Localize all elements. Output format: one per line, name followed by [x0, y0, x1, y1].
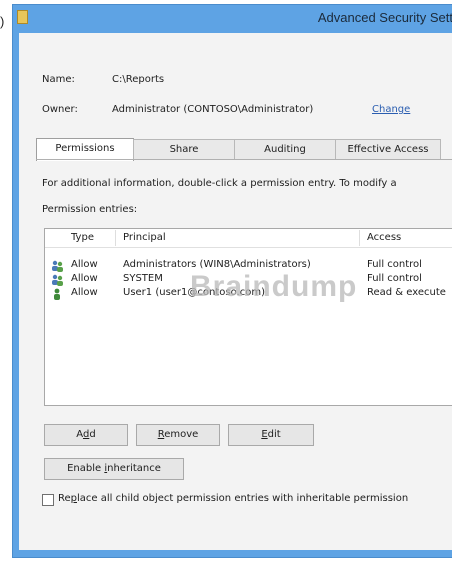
enable-inheritance-button[interactable]: Enable inheritance: [44, 458, 184, 480]
tab-effective-access[interactable]: Effective Access: [335, 139, 441, 160]
window-title: Advanced Security Sett: [317, 10, 452, 25]
replace-permissions-label[interactable]: Replace all child object permission entr…: [58, 493, 408, 504]
add-button[interactable]: Add: [44, 424, 128, 446]
remove-label-end: emove: [164, 429, 199, 440]
entry-access: Full control: [367, 259, 422, 270]
folder-icon: [17, 10, 28, 24]
name-value: C:\Reports: [112, 74, 165, 85]
owner-label: Owner:: [42, 104, 78, 115]
column-header-principal[interactable]: Principal: [123, 232, 166, 243]
permission-entries-list[interactable]: Type Principal Access Allow Administrato…: [44, 228, 452, 406]
frame-label: ): [0, 14, 5, 29]
entry-type: Allow: [71, 287, 98, 298]
owner-value: Administrator (CONTOSO\Administrator): [112, 104, 314, 115]
group-users-icon: [52, 274, 63, 286]
add-label-start: A: [76, 429, 83, 440]
permission-entries-label: Permission entries:: [42, 204, 138, 215]
list-header: Type Principal Access: [45, 229, 452, 248]
tab-strip-divider: [36, 159, 452, 160]
column-divider[interactable]: [115, 230, 116, 246]
tab-share-label: Share: [169, 144, 199, 155]
edit-button[interactable]: Edit: [228, 424, 314, 446]
group-users-icon: [52, 260, 63, 272]
edit-label-end: dit: [267, 429, 281, 440]
title-bar[interactable]: Advanced Security Sett: [13, 5, 452, 33]
owner-change-link[interactable]: Change: [372, 104, 410, 115]
tab-permissions-label: Permissions: [55, 143, 115, 154]
watermark: Braindump: [190, 270, 358, 303]
tab-effective-access-label: Effective Access: [347, 144, 429, 155]
remove-button[interactable]: Remove: [136, 424, 220, 446]
replace-label-end: lace all child object permission entries…: [77, 493, 409, 504]
inherit-label-end: nheritance: [107, 463, 161, 474]
tab-auditing[interactable]: Auditing: [234, 139, 336, 160]
tab-permissions[interactable]: Permissions: [36, 138, 134, 161]
entry-type: Allow: [71, 259, 98, 270]
column-header-type[interactable]: Type: [71, 232, 94, 243]
replace-label-start: Re: [58, 493, 71, 504]
user-icon: [54, 288, 60, 300]
entry-access: Read & execute: [367, 287, 446, 298]
replace-permissions-checkbox[interactable]: [42, 494, 54, 506]
column-divider[interactable]: [359, 230, 360, 246]
column-header-access[interactable]: Access: [367, 232, 401, 243]
tab-auditing-label: Auditing: [264, 144, 306, 155]
entry-access: Full control: [367, 273, 422, 284]
tab-share[interactable]: Share: [133, 139, 235, 160]
entry-principal: Administrators (WIN8\Administrators): [123, 259, 311, 270]
name-label: Name:: [42, 74, 75, 85]
entry-principal: SYSTEM: [123, 273, 163, 284]
info-text: For additional information, double-click…: [42, 178, 397, 189]
inherit-label-start: Enable: [67, 463, 105, 474]
add-label-end: d: [89, 429, 96, 440]
entry-type: Allow: [71, 273, 98, 284]
